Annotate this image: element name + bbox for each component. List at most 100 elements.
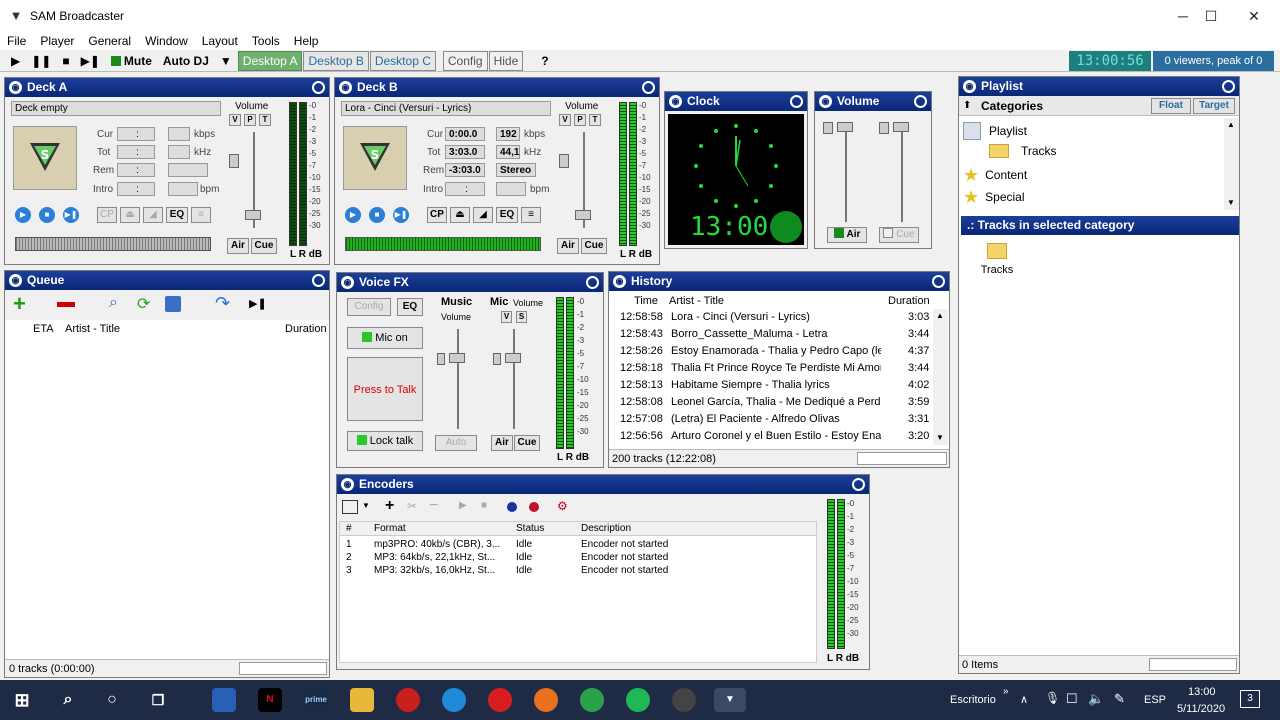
mic-on-button[interactable]: Mic on — [347, 327, 423, 349]
deck-a-eq-button[interactable]: EQ — [166, 207, 188, 223]
encoder-row[interactable]: 1 mp3PRO: 40kb/s (CBR), 3... Idle Encoder n… — [340, 538, 810, 551]
task-view-icon[interactable]: ❐ — [146, 688, 170, 712]
autodj-dropdown-icon[interactable]: ▼ — [215, 51, 237, 71]
panel-close-icon[interactable] — [586, 276, 599, 289]
queue-col-title[interactable]: Artist - Title — [65, 323, 120, 335]
language-indicator[interactable]: ESP — [1144, 694, 1166, 706]
encoders-col-format[interactable]: Format — [374, 523, 406, 534]
encoder-config-icon[interactable]: ✂ — [407, 499, 417, 513]
history-row[interactable]: 12:57:08 (Letra) El Paciente - Alfredo Ol… — [609, 411, 933, 428]
play-button[interactable]: ▶ — [6, 51, 25, 71]
notification-icon[interactable]: 3 — [1240, 690, 1260, 708]
opera-icon[interactable] — [488, 688, 512, 712]
voicefx-air-button[interactable]: Air — [491, 435, 513, 451]
music-volume-slider[interactable] — [449, 353, 465, 363]
deck-b-volume-slider[interactable] — [575, 210, 591, 220]
deck-b-list-button[interactable]: ≡ — [521, 207, 541, 223]
desktop-toolbar-label[interactable]: Escritorio — [950, 694, 996, 706]
encoder-row[interactable]: 3 MP3: 32kb/s, 16,0kHz, St... Idle Encoder … — [340, 564, 810, 577]
voicefx-config-button[interactable]: Config — [347, 298, 391, 316]
cue-balance-slider[interactable] — [879, 122, 889, 134]
help-button[interactable]: ? — [536, 51, 553, 71]
history-row[interactable]: 12:58:18 Thalia Ft Prince Royce Te Perdis… — [609, 360, 933, 377]
tree-item-special[interactable]: ★ Special — [963, 188, 1025, 206]
scroll-up-icon[interactable]: ▲ — [936, 311, 944, 320]
edge-icon[interactable] — [442, 688, 466, 712]
search-icon[interactable]: ⌕ — [109, 294, 118, 312]
target-button[interactable]: Target — [1193, 98, 1235, 114]
history-scrollbar[interactable]: ▲ ▼ — [933, 309, 948, 445]
panel-close-icon[interactable] — [1222, 80, 1235, 93]
volume-cue-button[interactable]: Cue — [879, 227, 919, 243]
history-col-time[interactable]: Time — [634, 295, 658, 307]
netflix-icon[interactable]: N — [258, 688, 282, 712]
encoder-start-all-icon[interactable] — [507, 502, 517, 512]
deck-a-p-button[interactable]: P — [244, 114, 256, 126]
toolbar-expand-icon[interactable]: » — [1003, 686, 1009, 697]
save-icon[interactable] — [165, 296, 181, 312]
deck-b-cp-button[interactable]: CP — [427, 207, 447, 223]
autodj-button[interactable]: Auto DJ — [158, 51, 214, 71]
scroll-up-icon[interactable]: ▲ — [1227, 120, 1235, 129]
pen-icon[interactable]: ✎ — [1114, 691, 1125, 707]
cortana-icon[interactable]: ○ — [100, 688, 124, 712]
taskbar-time[interactable]: 13:00 — [1188, 686, 1216, 698]
menu-general[interactable]: General — [81, 32, 138, 50]
deck-b-pitch-slider[interactable] — [559, 154, 569, 168]
history-row[interactable]: 12:58:08 Leonel García, Thalia - Me Dediq… — [609, 394, 933, 411]
encoder-stop-all-icon[interactable] — [529, 502, 539, 512]
deck-b-air-button[interactable]: Air — [557, 238, 579, 254]
history-row[interactable]: 12:56:56 Arturo Coronel y el Buen Estilo … — [609, 428, 933, 445]
desktop-b-button[interactable]: Desktop B — [303, 50, 369, 71]
air-balance-slider[interactable] — [823, 122, 833, 134]
press-to-talk-button[interactable]: Press to Talk — [347, 357, 423, 421]
deck-a-position-bar[interactable] — [15, 237, 211, 251]
deck-a-air-button[interactable]: Air — [227, 238, 249, 254]
mic-s-button[interactable]: S — [516, 311, 527, 323]
deck-b-v-button[interactable]: V — [559, 114, 571, 126]
taskbar-date[interactable]: 5/11/2020 — [1177, 703, 1225, 715]
remove-icon[interactable] — [57, 302, 75, 307]
skip-icon[interactable]: ▶❚ — [249, 297, 267, 310]
chrome-icon[interactable] — [580, 688, 604, 712]
voicefx-cue-button[interactable]: Cue — [514, 435, 540, 451]
deck-b-position-bar[interactable] — [345, 237, 541, 251]
panel-close-icon[interactable] — [914, 95, 927, 108]
refresh-icon[interactable]: ⟳ — [137, 294, 150, 314]
encoder-stop-icon[interactable]: ■ — [481, 500, 487, 511]
deck-a-pitch-slider[interactable] — [229, 154, 239, 168]
history-row[interactable]: 12:58:43 Borro_Cassette_Maluma - Letra 3:4… — [609, 326, 933, 343]
file-explorer-icon[interactable] — [350, 688, 374, 712]
deck-a-eject-button[interactable]: ⏏ — [120, 207, 140, 223]
pause-button[interactable]: ❚❚ — [26, 51, 56, 71]
deck-b-fade-button[interactable]: ◢ — [473, 207, 493, 223]
hide-button[interactable]: Hide — [488, 50, 524, 71]
mic-volume-slider[interactable] — [505, 353, 521, 363]
voicefx-eq-button[interactable]: EQ — [397, 298, 423, 316]
next-button[interactable]: ▶❚ — [76, 51, 105, 71]
close-button[interactable]: ✕ — [1231, 0, 1277, 32]
panel-close-icon[interactable] — [790, 95, 803, 108]
scroll-down-icon[interactable]: ▼ — [936, 433, 944, 442]
store-icon[interactable] — [212, 688, 236, 712]
panel-close-icon[interactable] — [932, 275, 945, 288]
tree-item-playlist[interactable]: Playlist — [963, 122, 1027, 140]
scroll-down-icon[interactable]: ▼ — [1227, 198, 1235, 207]
encoder-row[interactable]: 2 MP3: 64kb/s, 22,1kHz, St... Idle Encoder … — [340, 551, 810, 564]
mute-button[interactable]: Mute — [106, 51, 157, 71]
encoders-col-index[interactable]: # — [346, 523, 352, 534]
deck-b-t-button[interactable]: T — [589, 114, 601, 126]
deck-a-cue-button[interactable]: Cue — [251, 238, 277, 254]
search-icon[interactable]: ⌕ — [56, 688, 80, 712]
history-row[interactable]: 12:58:58 Lora - Cinci (Versuri - Lyrics) 3… — [609, 309, 933, 326]
encoders-col-status[interactable]: Status — [516, 523, 544, 534]
lock-talk-button[interactable]: Lock talk — [347, 431, 423, 451]
menu-window[interactable]: Window — [138, 32, 195, 50]
volume-icon[interactable]: 🔈 — [1088, 691, 1104, 707]
deck-a-next-button[interactable]: ▶❚ — [63, 207, 79, 223]
cue-volume-slider[interactable] — [893, 122, 909, 132]
desktop-c-button[interactable]: Desktop C — [369, 50, 436, 71]
encoders-col-description[interactable]: Description — [581, 523, 631, 534]
history-col-duration[interactable]: Duration — [888, 295, 930, 307]
tree-scrollbar[interactable]: ▲ ▼ — [1224, 118, 1239, 210]
